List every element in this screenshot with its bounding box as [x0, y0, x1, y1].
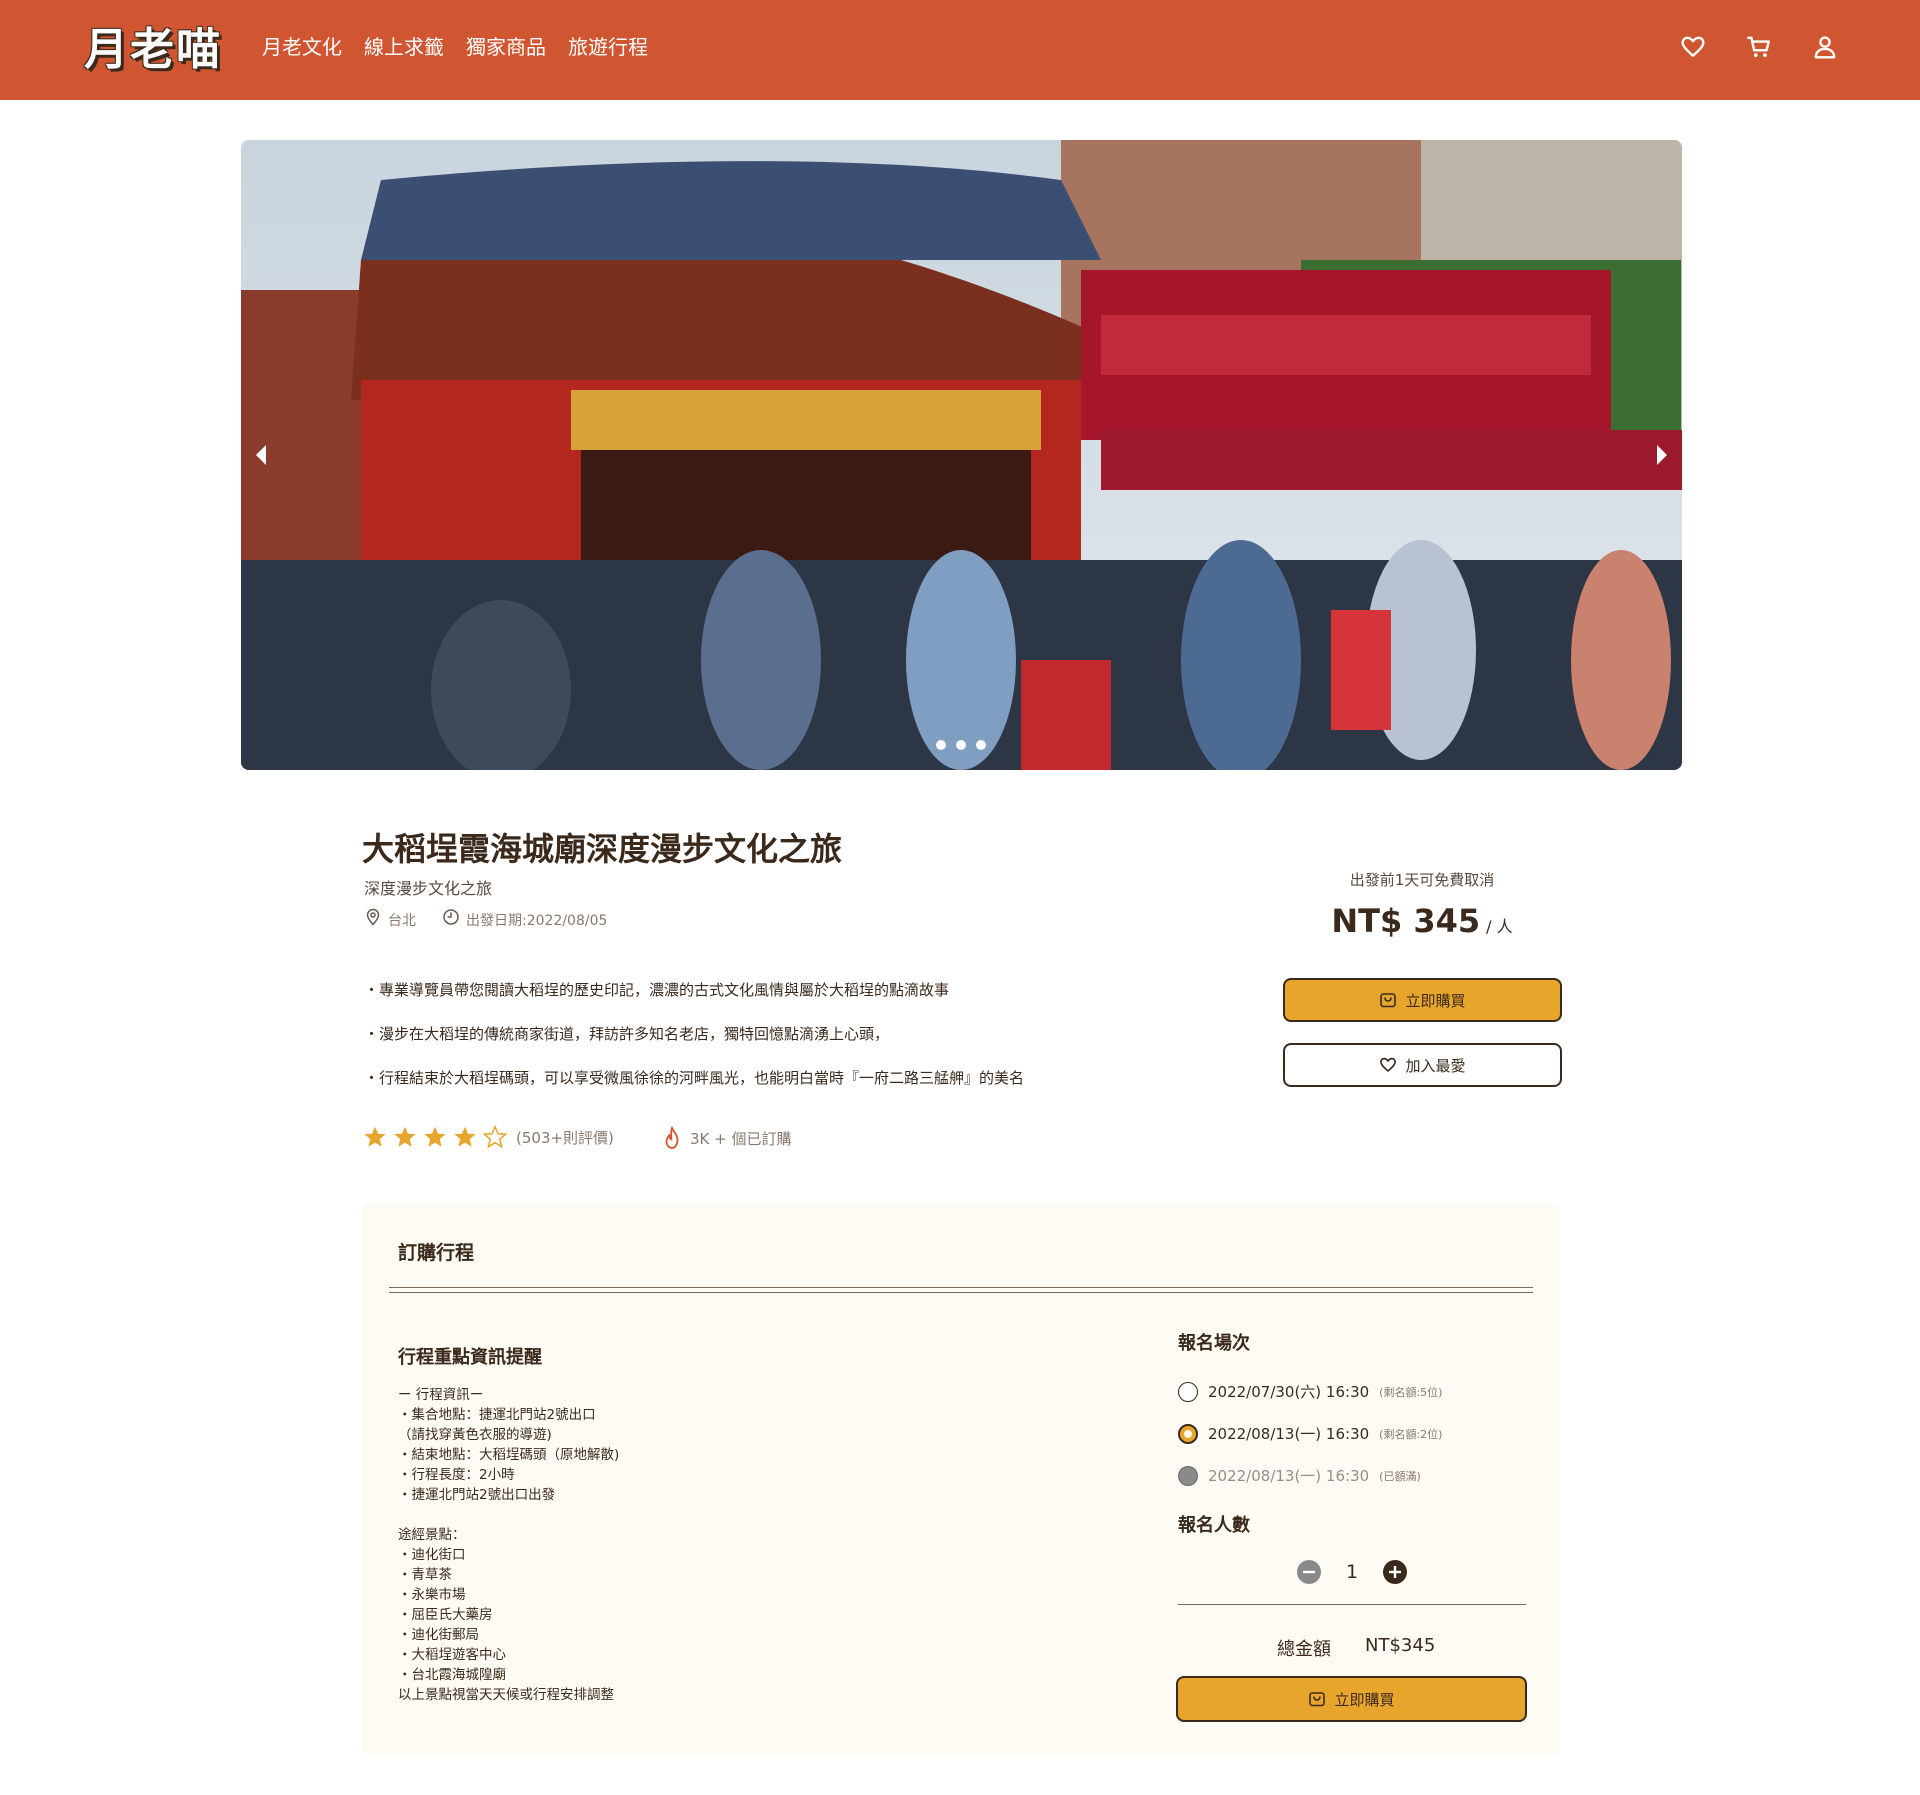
carousel-prev-icon[interactable] — [249, 438, 273, 472]
info-line: 以上景點視當天天候或行程安排調整 — [398, 1687, 614, 1703]
info-line: （請找穿黃色衣服的導遊) — [398, 1427, 552, 1443]
info-line: ・迪化街口 — [398, 1547, 466, 1563]
user-icon[interactable] — [1812, 34, 1838, 60]
fire-icon — [665, 1126, 679, 1149]
quantity-value: 1 — [1346, 1561, 1359, 1583]
star-filled-icon — [394, 1126, 416, 1147]
info-line: ・行程長度：2小時 — [398, 1467, 515, 1483]
product-subtitle: 深度漫步文化之旅 — [364, 879, 493, 898]
nav-travel[interactable]: 旅遊行程 — [568, 34, 648, 60]
info-line: ・結束地點：大稻埕碼頭（原地解散) — [398, 1447, 620, 1463]
session-option: 2022/08/13(一) 16:30 (已額滿) — [1178, 1465, 1421, 1486]
quantity-title: 報名人數 — [1178, 1515, 1250, 1536]
carousel-dot[interactable] — [976, 740, 986, 750]
add-favorite-label: 加入最愛 — [1405, 1056, 1466, 1075]
radio-button[interactable] — [1178, 1423, 1198, 1444]
info-line: ・永樂市場 — [398, 1587, 466, 1603]
description-line: ・行程結束於大稻埕碼頭，可以享受微風徐徐的河畔風光，也能明白當時『一府二路三艋舺… — [364, 1069, 1025, 1087]
price-box: 出發前1天可免費取消 NT$ 345 / 人 — [1282, 868, 1562, 940]
clock-icon — [442, 908, 460, 933]
session-note: (已額滿) — [1379, 1469, 1421, 1483]
shopping-bag-icon — [1309, 1692, 1326, 1707]
divider — [1178, 1604, 1526, 1605]
nav-culture[interactable]: 月老文化 — [262, 34, 342, 60]
star-filled-icon — [364, 1126, 386, 1147]
product-meta: 台北 出發日期:2022/08/05 — [364, 908, 607, 933]
info-line: ・捷運北門站2號出口出發 — [398, 1487, 556, 1503]
session-option[interactable]: 2022/08/13(一) 16:30 (剩名額:2位) — [1178, 1423, 1442, 1444]
session-label: 2022/07/30(六) 16:30 — [1208, 1383, 1370, 1401]
star-empty-icon — [482, 1124, 508, 1149]
logo[interactable]: 月老喵 — [84, 22, 222, 78]
info-line: 途經景點： — [398, 1527, 466, 1543]
carousel-dot[interactable] — [936, 740, 946, 750]
description-line: ・專業導覽員帶您閱讀大稻埕的歷史印記，濃濃的古式文化風情與屬於大稻埕的點滴故事 — [364, 981, 950, 999]
carousel-next-icon[interactable] — [1650, 438, 1674, 472]
buy-now-label: 立即購買 — [1405, 991, 1466, 1010]
divider — [389, 1287, 1533, 1288]
price-unit: / 人 — [1486, 917, 1513, 936]
buy-now-label: 立即購買 — [1334, 1690, 1395, 1709]
info-line: ・大稻埕遊客中心 — [398, 1647, 506, 1663]
sessions-title: 報名場次 — [1178, 1333, 1250, 1354]
session-label: 2022/08/13(一) 16:30 — [1208, 1425, 1370, 1443]
add-favorite-button[interactable]: 加入最愛 — [1283, 1043, 1562, 1087]
star-filled-icon — [454, 1126, 476, 1147]
info-line: ・迪化街郵局 — [398, 1627, 479, 1643]
info-line: ・台北霞海城隍廟 — [398, 1667, 506, 1683]
radio-button[interactable] — [1178, 1381, 1198, 1402]
hero-carousel — [241, 140, 1682, 770]
header-actions — [1680, 34, 1838, 60]
sold-text: 3K + 個已訂購 — [690, 1129, 792, 1148]
carousel-dots — [936, 740, 986, 750]
product-description: ・專業導覽員帶您閱讀大稻埕的歷史印記，濃濃的古式文化風情與屬於大稻埕的點滴故事 … — [364, 978, 1164, 1110]
info-title: 行程重點資訊提醒 — [398, 1347, 542, 1368]
info-list: ー 行程資訊ー ・集合地點：捷運北門站2號出口 （請找穿黃色衣服的導遊) ・結束… — [398, 1385, 619, 1705]
info-line: ー 行程資訊ー — [398, 1387, 484, 1403]
session-option[interactable]: 2022/07/30(六) 16:30 (剩名額:5位) — [1178, 1381, 1442, 1402]
product-title: 大稻埕霞海城廟深度漫步文化之旅 — [362, 830, 843, 868]
total-value: NT$345 — [1365, 1635, 1436, 1656]
heart-icon[interactable] — [1680, 34, 1706, 60]
temple-photo — [241, 140, 1682, 770]
review-count[interactable]: (503+則評價) — [516, 1127, 614, 1148]
star-filled-icon — [424, 1126, 446, 1147]
cart-icon[interactable] — [1746, 34, 1772, 60]
price: NT$ 345 — [1331, 902, 1481, 940]
buy-now-button[interactable]: 立即購買 — [1283, 978, 1562, 1022]
total-amount: 總金額 NT$345 — [1277, 1635, 1435, 1661]
session-label: 2022/08/13(一) 16:30 — [1208, 1467, 1370, 1485]
session-note: (剩名額:5位) — [1379, 1385, 1443, 1399]
departure-date: 出發日期:2022/08/05 — [466, 912, 608, 929]
heart-icon — [1380, 1057, 1397, 1072]
info-line: ・青草茶 — [398, 1567, 452, 1583]
rating: (503+則評價) — [362, 1124, 614, 1150]
nav-products[interactable]: 獨家商品 — [466, 34, 546, 60]
info-line: ・集合地點：捷運北門站2號出口 — [398, 1407, 596, 1423]
info-line: ・屈臣氏大藥房 — [398, 1607, 493, 1623]
order-section: 訂購行程 行程重點資訊提醒 ー 行程資訊ー ・集合地點：捷運北門站2號出口 （請… — [362, 1203, 1560, 1755]
sold-count: 3K + 個已訂購 — [662, 1126, 792, 1150]
order-buy-now-button[interactable]: 立即購買 — [1176, 1676, 1527, 1722]
description-line: ・漫步在大稻埕的傳統商家街道，拜訪許多知名老店，獨特回憶點滴湧上心頭， — [364, 1025, 890, 1043]
location-pin-icon — [364, 908, 382, 933]
location-text: 台北 — [388, 912, 416, 929]
cancel-note: 出發前1天可免費取消 — [1349, 871, 1495, 889]
main-nav: 月老文化 線上求籤 獨家商品 旅遊行程 — [262, 34, 648, 60]
minus-icon[interactable] — [1296, 1559, 1322, 1585]
info-line — [398, 1505, 619, 1525]
plus-icon[interactable] — [1382, 1559, 1408, 1585]
price-line: NT$ 345 / 人 — [1282, 902, 1562, 940]
total-label: 總金額 — [1277, 1639, 1331, 1660]
top-navbar: 月老喵 月老文化 線上求籤 獨家商品 旅遊行程 — [0, 0, 1920, 100]
nav-fortune[interactable]: 線上求籤 — [364, 34, 444, 60]
shopping-bag-icon — [1380, 993, 1397, 1008]
order-title: 訂購行程 — [398, 1242, 475, 1264]
session-note: (剩名額:2位) — [1379, 1427, 1443, 1441]
carousel-dot[interactable] — [956, 740, 966, 750]
divider — [389, 1292, 1533, 1293]
radio-button — [1178, 1465, 1198, 1486]
quantity-stepper: 1 — [1296, 1559, 1408, 1585]
